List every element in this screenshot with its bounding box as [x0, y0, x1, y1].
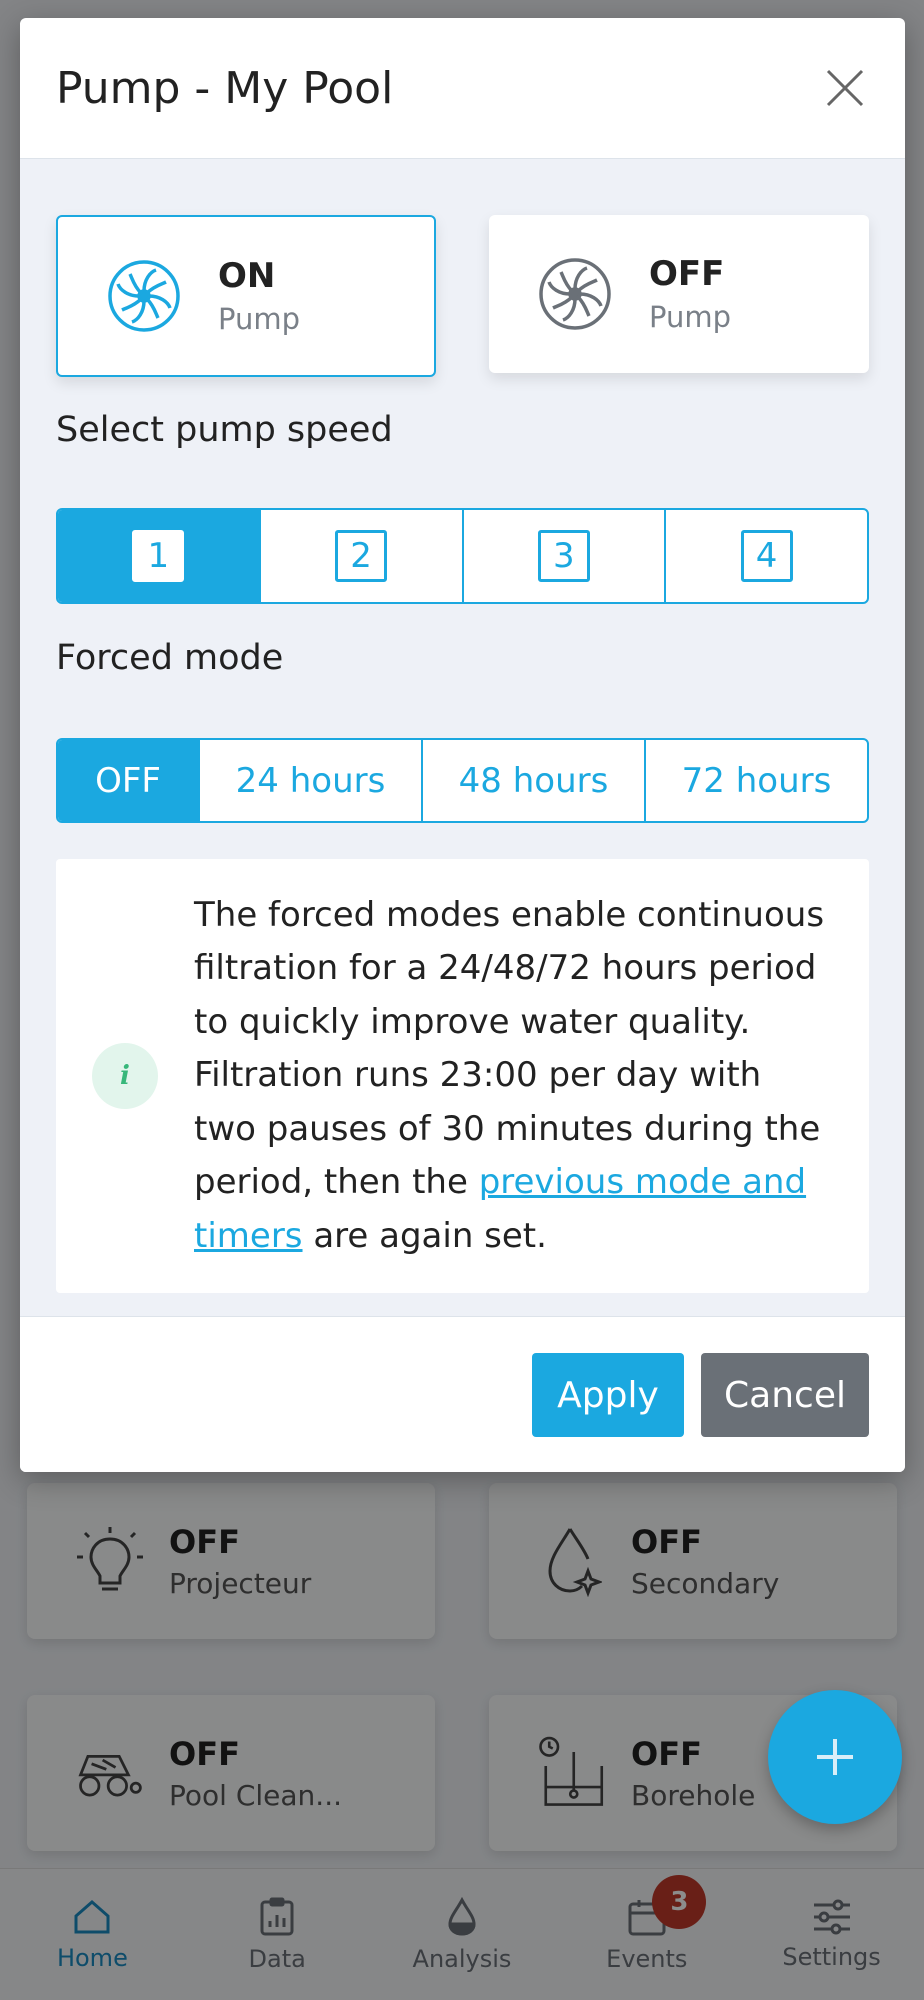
- apply-button[interactable]: Apply: [532, 1353, 684, 1437]
- forced-option-24h[interactable]: 24 hours: [198, 740, 421, 821]
- forced-option-48h[interactable]: 48 hours: [421, 740, 644, 821]
- plus-icon: [817, 1739, 853, 1775]
- close-button[interactable]: [821, 64, 869, 112]
- speed-option-2[interactable]: 2: [258, 510, 462, 602]
- speed-option-1[interactable]: 1: [58, 510, 259, 602]
- speed-label: Select pump speed: [56, 410, 393, 450]
- info-text: The forced modes enable continuous filtr…: [194, 889, 869, 1264]
- pump-dialog: Pump - My Pool ON Pump OFF Pump Select p…: [20, 18, 905, 1472]
- forced-mode-label: Forced mode: [56, 638, 284, 678]
- pump-off-card[interactable]: OFF Pump: [489, 215, 869, 373]
- info-box: i The forced modes enable continuous fil…: [56, 859, 869, 1293]
- info-icon: i: [92, 1043, 158, 1109]
- pump-on-name: Pump: [218, 302, 301, 336]
- dialog-body: ON Pump OFF Pump Select pump speed 1 2 3…: [20, 159, 905, 1317]
- add-button[interactable]: [768, 1690, 902, 1824]
- speed-selector: 1 2 3 4: [56, 508, 869, 604]
- dialog-header: Pump - My Pool: [20, 18, 905, 159]
- fan-icon: [539, 258, 611, 330]
- pump-on-card[interactable]: ON Pump: [56, 215, 436, 377]
- info-text-before: The forced modes enable continuous filtr…: [194, 894, 825, 1203]
- speed-option-4[interactable]: 4: [664, 510, 867, 602]
- forced-mode-selector: OFF 24 hours 48 hours 72 hours: [56, 738, 869, 823]
- speed-number: 1: [132, 530, 185, 582]
- speed-number: 4: [740, 530, 793, 582]
- speed-number: 2: [335, 530, 388, 582]
- speed-option-3[interactable]: 3: [461, 510, 665, 602]
- dialog-title: Pump - My Pool: [56, 62, 394, 114]
- pump-on-status: ON: [218, 256, 276, 296]
- close-icon: [826, 69, 864, 107]
- pump-off-status: OFF: [649, 254, 725, 294]
- cancel-button[interactable]: Cancel: [701, 1353, 869, 1437]
- forced-option-72h[interactable]: 72 hours: [644, 740, 867, 821]
- fan-icon: [108, 260, 180, 332]
- pump-off-name: Pump: [649, 300, 732, 334]
- forced-option-off[interactable]: OFF: [58, 740, 198, 821]
- speed-number: 3: [537, 530, 590, 582]
- dialog-footer: Apply Cancel: [20, 1317, 905, 1472]
- info-text-after: are again set.: [302, 1215, 547, 1256]
